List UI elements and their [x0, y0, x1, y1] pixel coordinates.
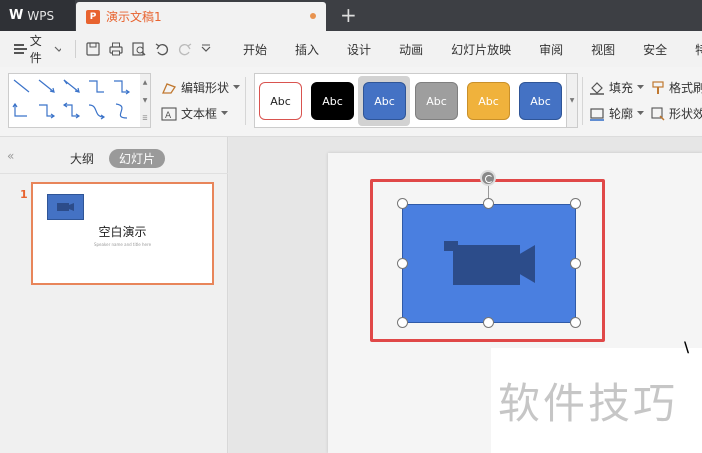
expand-gallery-icon[interactable]: ☰ [142, 115, 147, 122]
text-box-button[interactable]: A 文本框 [161, 105, 229, 122]
resize-handle-bottom-right[interactable] [570, 317, 581, 328]
new-tab-button[interactable]: + [340, 3, 357, 27]
outline-button[interactable]: 轮廓 [589, 105, 645, 122]
shape-style-option[interactable]: Abc [467, 82, 510, 120]
thumbnail-subtitle: Speaker name and title here [93, 242, 152, 247]
resize-handle-bottom[interactable] [483, 317, 494, 328]
wps-home-tab[interactable]: W WPS [0, 0, 75, 31]
tab-security[interactable]: 安全 [629, 41, 681, 58]
line-shapes-icon [12, 79, 131, 120]
edit-shape-icon [161, 82, 176, 94]
tab-design[interactable]: 设计 [333, 41, 385, 58]
video-camera-icon [57, 203, 74, 211]
chevron-down-icon: ▼ [569, 97, 575, 104]
format-painter-label: 格式刷 [669, 81, 702, 95]
thumbnail-shape [47, 194, 84, 220]
tab-special[interactable]: 特 [681, 41, 702, 58]
scroll-down-icon[interactable]: ▼ [143, 97, 148, 104]
title-bar: W WPS P 演示文稿1 + [0, 0, 702, 31]
thumbnail-title: 空白演示 [98, 225, 147, 239]
panel-divider [0, 173, 228, 174]
toolbar-separator [245, 77, 246, 125]
shape-style-gallery: Abc Abc Abc Abc Abc Abc [254, 73, 567, 128]
format-painter-button[interactable]: 格式刷 [651, 79, 702, 96]
watermark-text: 软件技巧 [498, 379, 679, 428]
ribbon-tabs: 开始 插入 设计 动画 幻灯片放映 审阅 视图 安全 特 [229, 41, 702, 58]
customize-toolbar-icon[interactable] [201, 44, 211, 54]
resize-handle-right[interactable] [570, 258, 581, 269]
tab-insert[interactable]: 插入 [281, 41, 333, 58]
document-tab[interactable]: P 演示文稿1 [76, 2, 326, 31]
chevron-down-icon [233, 85, 241, 89]
svg-text:A: A [165, 111, 172, 121]
video-camera-icon [444, 241, 535, 285]
tab-home[interactable]: 开始 [229, 41, 281, 58]
slide-thumbnail[interactable]: 空白演示 Speaker name and title here [31, 182, 214, 285]
tab-view[interactable]: 视图 [577, 41, 629, 58]
save-icon[interactable] [86, 42, 100, 56]
paint-bucket-icon [590, 81, 604, 95]
outline-icon [590, 107, 604, 121]
slide-number: 1 [20, 188, 28, 201]
shape-style-option[interactable]: Abc [415, 82, 458, 120]
outline-label: 轮廓 [609, 107, 634, 121]
drawing-tools-ribbon: ▲ ▼ ☰ 编辑形状 A 文本框 Abc Abc Abc Abc Abc Abc… [0, 67, 702, 137]
print-preview-icon[interactable] [132, 42, 146, 56]
toolbar-separator [582, 77, 583, 125]
shape-effects-label: 形状效 [669, 107, 702, 121]
file-menu-label: 文件 [29, 34, 42, 65]
shape-style-option[interactable]: Abc [259, 82, 302, 120]
scroll-up-icon[interactable]: ▲ [143, 79, 148, 86]
chevron-down-icon [637, 111, 645, 115]
app-name: WPS [27, 8, 55, 23]
chevron-down-icon [221, 111, 229, 115]
file-menu-button[interactable]: 文件 [0, 32, 62, 66]
tab-slides[interactable]: 幻灯片 [109, 149, 165, 168]
wps-logo-icon: W [9, 8, 24, 23]
hamburger-icon [14, 44, 27, 54]
chevron-down-icon [54, 46, 62, 52]
document-title: 演示文稿1 [106, 10, 162, 24]
tab-outline[interactable]: 大纲 [70, 150, 94, 167]
presentation-file-icon: P [86, 9, 100, 24]
fill-label: 填充 [609, 81, 634, 95]
line-gallery[interactable] [8, 73, 151, 128]
edit-shape-label: 编辑形状 [181, 81, 230, 95]
shape-effects-icon [651, 106, 665, 121]
edit-shape-button[interactable]: 编辑形状 [161, 79, 241, 96]
style-gallery-dropdown[interactable]: ▼ [567, 73, 578, 128]
resize-handle-bottom-left[interactable] [397, 317, 408, 328]
shape-style-option[interactable]: Abc [311, 82, 354, 120]
menu-bar: 文件 开始 插入 设计 动画 幻灯片放映 审阅 视图 安全 特 [0, 31, 702, 67]
shape-effects-button[interactable]: 形状效 [651, 105, 702, 122]
fill-button[interactable]: 填充 [589, 79, 645, 96]
resize-handle-top-right[interactable] [570, 198, 581, 209]
resize-handle-left[interactable] [397, 258, 408, 269]
chevron-down-icon [637, 85, 645, 89]
tab-slideshow[interactable]: 幻灯片放映 [437, 41, 525, 58]
slide-panel: « 大纲 幻灯片 1 空白演示 Speaker name and title h… [0, 137, 228, 453]
line-gallery-scroll[interactable]: ▲ ▼ ☰ [140, 73, 151, 128]
quick-access-toolbar [75, 40, 211, 58]
format-painter-icon [652, 80, 664, 94]
resize-handle-top[interactable] [483, 198, 494, 209]
text-box-icon: A [161, 106, 177, 121]
tab-animation[interactable]: 动画 [385, 41, 437, 58]
tab-review[interactable]: 审阅 [525, 41, 577, 58]
resize-handle-top-left[interactable] [397, 198, 408, 209]
rotate-handle-icon[interactable] [480, 170, 496, 186]
text-box-label: 文本框 [181, 107, 218, 121]
undo-icon[interactable] [155, 42, 169, 56]
print-icon[interactable] [109, 42, 123, 56]
redo-icon[interactable] [178, 42, 192, 56]
cursor-fragment-icon: \ [684, 340, 690, 356]
unsaved-indicator [310, 13, 316, 19]
selected-rectangle-shape[interactable] [402, 204, 576, 323]
shape-style-option[interactable]: Abc [363, 82, 406, 120]
shape-style-option[interactable]: Abc [519, 82, 562, 120]
collapse-panel-icon[interactable]: « [7, 149, 14, 163]
